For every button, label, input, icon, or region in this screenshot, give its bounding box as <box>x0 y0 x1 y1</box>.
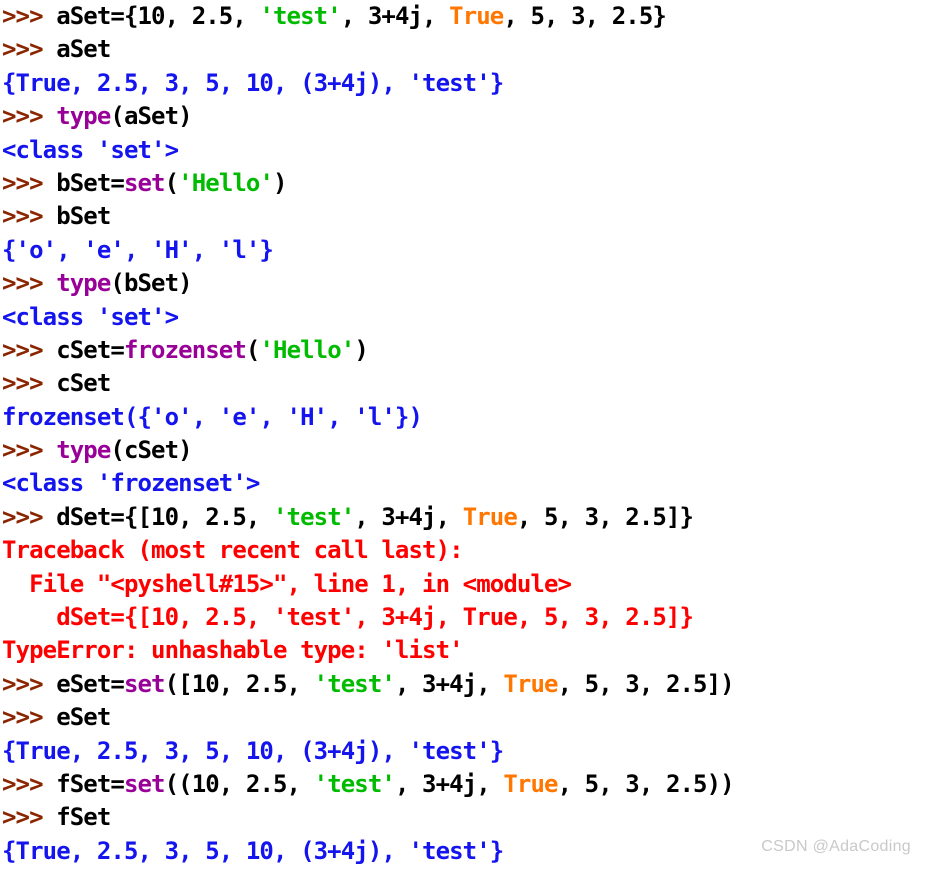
token-code: ) <box>273 168 287 197</box>
shell-line: >>> cSet=frozenset('Hello') <box>0 334 925 367</box>
shell-line: frozenset({'o', 'e', 'H', 'l'}) <box>0 401 925 434</box>
token-builtin: set <box>123 168 166 197</box>
token-output: <class 'frozenset'> <box>2 469 260 498</box>
shell-line: >>> eSet <box>0 701 925 734</box>
shell-line: >>> type(cSet) <box>0 434 925 467</box>
token-code: eSet <box>56 703 111 732</box>
shell-line: {'o', 'e', 'H', 'l'} <box>0 234 925 267</box>
token-code: ) <box>354 335 368 364</box>
token-prompt: >>> <box>2 436 57 465</box>
token-prompt: >>> <box>2 168 57 197</box>
token-string: 'test' <box>273 502 355 531</box>
token-keyword: True <box>503 769 558 798</box>
token-builtin: set <box>123 769 166 798</box>
shell-line: >>> aSet <box>0 33 925 66</box>
token-prompt: >>> <box>2 769 57 798</box>
token-prompt: >>> <box>2 335 57 364</box>
shell-line: >>> dSet={[10, 2.5, 'test', 3+4j, True, … <box>0 501 925 534</box>
shell-line: <class 'set'> <box>0 301 925 334</box>
token-code: , 3+4j, <box>394 669 504 698</box>
token-code: (bSet) <box>110 269 192 298</box>
token-error: TypeError: unhashable type: 'list' <box>2 636 464 665</box>
token-string: 'test' <box>313 769 396 798</box>
shell-line: <class 'frozenset'> <box>0 467 925 500</box>
token-builtin: type <box>56 269 111 298</box>
shell-line: >>> fSet=set((10, 2.5, 'test', 3+4j, Tru… <box>0 768 925 801</box>
shell-line: dSet={[10, 2.5, 'test', 3+4j, True, 5, 3… <box>0 601 925 634</box>
token-code: ( <box>245 335 260 364</box>
token-code: ( <box>164 168 179 197</box>
shell-line: TypeError: unhashable type: 'list' <box>0 634 925 667</box>
token-prompt: >>> <box>2 803 57 832</box>
token-code: dSet={[10, 2.5, <box>56 502 273 531</box>
token-output: <class 'set'> <box>2 302 179 331</box>
token-code: (cSet) <box>110 436 192 465</box>
shell-line: {True, 2.5, 3, 5, 10, (3+4j), 'test'} <box>0 735 925 768</box>
token-string: 'test' <box>313 669 396 698</box>
python-idle-shell[interactable]: >>> aSet={10, 2.5, 'test', 3+4j, True, 5… <box>0 0 925 870</box>
token-code: bSet= <box>56 168 125 197</box>
shell-line: >>> bSet=set('Hello') <box>0 167 925 200</box>
token-code: , 5, 3, 2.5)) <box>557 769 735 798</box>
token-code: ([10, 2.5, <box>164 669 314 698</box>
token-output: {True, 2.5, 3, 5, 10, (3+4j), 'test'} <box>2 736 504 765</box>
token-code: cSet <box>56 369 111 398</box>
shell-line: File "<pyshell#15>", line 1, in <module> <box>0 568 925 601</box>
token-keyword: True <box>503 669 558 698</box>
token-prompt: >>> <box>2 102 57 131</box>
token-code: , 5, 3, 2.5]} <box>516 502 694 531</box>
token-code: fSet= <box>56 769 125 798</box>
token-prompt: >>> <box>2 703 57 732</box>
token-prompt: >>> <box>2 669 57 698</box>
token-code: cSet= <box>56 335 125 364</box>
token-code: , 3+4j, <box>340 2 450 30</box>
shell-line: <class 'set'> <box>0 134 925 167</box>
token-error: dSet={[10, 2.5, 'test', 3+4j, True, 5, 3… <box>2 603 694 632</box>
token-output: {True, 2.5, 3, 5, 10, (3+4j), 'test'} <box>2 68 504 97</box>
shell-line: >>> type(aSet) <box>0 100 925 133</box>
token-string: 'Hello' <box>259 335 355 364</box>
token-string: 'Hello' <box>178 168 274 197</box>
token-code: aSet={10, 2.5, <box>56 2 260 30</box>
shell-line: >>> fSet <box>0 801 925 834</box>
token-keyword: True <box>462 502 518 531</box>
token-code: fSet <box>56 803 111 832</box>
token-code: , 5, 3, 2.5]) <box>557 669 735 698</box>
token-code: , 3+4j, <box>354 502 463 531</box>
token-error: File "<pyshell#15>", line 1, in <module> <box>2 569 572 598</box>
token-prompt: >>> <box>2 2 57 30</box>
token-output: frozenset({'o', 'e', 'H', 'l'}) <box>2 402 423 431</box>
token-prompt: >>> <box>2 35 57 64</box>
watermark: CSDN @AdaCoding <box>761 838 911 855</box>
shell-line: >>> aSet={10, 2.5, 'test', 3+4j, True, 5… <box>0 0 925 33</box>
token-error: Traceback (most recent call last): <box>2 536 464 565</box>
shell-line: Traceback (most recent call last): <box>0 534 925 567</box>
shell-line: >>> eSet=set([10, 2.5, 'test', 3+4j, Tru… <box>0 668 925 701</box>
token-string: 'test' <box>259 2 341 30</box>
token-builtin: type <box>56 102 111 131</box>
token-code: (aSet) <box>110 102 192 131</box>
token-keyword: True <box>449 2 504 30</box>
token-prompt: >>> <box>2 202 57 231</box>
shell-line: >>> bSet <box>0 200 925 233</box>
token-output: <class 'set'> <box>2 135 179 164</box>
shell-line: >>> cSet <box>0 367 925 400</box>
token-prompt: >>> <box>2 369 57 398</box>
token-code: , 5, 3, 2.5} <box>503 2 666 30</box>
shell-line: {True, 2.5, 3, 5, 10, (3+4j), 'test'} <box>0 67 925 100</box>
token-builtin: set <box>123 669 166 698</box>
token-prompt: >>> <box>2 269 57 298</box>
token-output: {'o', 'e', 'H', 'l'} <box>2 235 274 264</box>
token-code: eSet= <box>56 669 125 698</box>
token-prompt: >>> <box>2 502 57 531</box>
token-code: bSet <box>56 202 111 231</box>
token-code: ((10, 2.5, <box>164 769 314 798</box>
shell-transcript[interactable]: >>> aSet={10, 2.5, 'test', 3+4j, True, 5… <box>0 0 925 868</box>
token-code: aSet <box>56 35 111 64</box>
token-builtin: frozenset <box>123 335 247 364</box>
token-builtin: type <box>56 436 111 465</box>
token-code: , 3+4j, <box>394 769 504 798</box>
shell-line: >>> type(bSet) <box>0 267 925 300</box>
token-output: {True, 2.5, 3, 5, 10, (3+4j), 'test'} <box>2 836 504 865</box>
